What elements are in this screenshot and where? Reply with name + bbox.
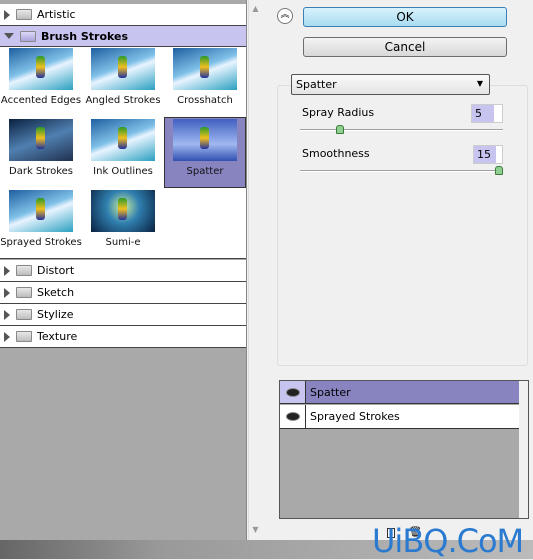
filter-label: Spatter xyxy=(186,166,224,177)
cancel-button[interactable]: Cancel xyxy=(303,37,507,57)
category-label: Texture xyxy=(37,330,78,343)
filter-dark-strokes[interactable]: Dark Strokes xyxy=(0,118,82,189)
folder-icon xyxy=(16,309,32,320)
ok-button[interactable]: OK xyxy=(303,7,507,27)
folder-icon xyxy=(16,265,32,276)
filter-label: Sumi-e xyxy=(105,237,141,248)
filter-spatter[interactable]: Spatter xyxy=(164,117,246,188)
expand-triangle-icon[interactable] xyxy=(4,309,10,320)
filter-label: Dark Strokes xyxy=(9,166,73,177)
filter-sprayed-strokes[interactable]: Sprayed Strokes xyxy=(0,189,82,260)
smoothness-slider-thumb[interactable] xyxy=(495,166,503,175)
category-texture[interactable]: Texture xyxy=(0,326,246,348)
thumbnail-image xyxy=(91,48,155,90)
category-brush-strokes[interactable]: Brush Strokes xyxy=(0,26,246,47)
visibility-toggle[interactable] xyxy=(280,381,306,403)
category-label: Stylize xyxy=(37,308,74,321)
effect-layers-list: Spatter Sprayed Strokes xyxy=(279,380,529,519)
filter-crosshatch[interactable]: Crosshatch xyxy=(164,47,246,118)
folder-open-icon xyxy=(20,30,36,42)
collapse-gallery-icon[interactable]: ︽ xyxy=(277,8,293,24)
collapse-triangle-icon[interactable] xyxy=(4,33,14,39)
category-label: Sketch xyxy=(37,286,75,299)
thumbnail-image xyxy=(9,190,73,232)
thumbnail-image xyxy=(9,48,73,90)
category-label: Brush Strokes xyxy=(41,29,129,43)
filter-select[interactable]: Spatter ▼ xyxy=(291,74,490,95)
filter-browser-scrollbar[interactable]: ▲ ▼ xyxy=(248,0,262,540)
filter-ink-outlines[interactable]: Ink Outlines xyxy=(82,118,164,189)
filter-browser: Artistic Brush Strokes Accented Edges An… xyxy=(0,0,247,540)
layer-label: Spatter xyxy=(310,385,351,399)
filter-label: Accented Edges xyxy=(0,95,82,106)
filter-label: Angled Strokes xyxy=(85,95,161,106)
dropdown-arrow-icon: ▼ xyxy=(476,79,483,88)
expand-triangle-icon[interactable] xyxy=(4,287,10,298)
layer-row-sprayed-strokes[interactable]: Sprayed Strokes xyxy=(280,405,520,429)
smoothness-label: Smoothness xyxy=(302,147,370,160)
category-stylize[interactable]: Stylize xyxy=(0,304,246,326)
settings-group xyxy=(277,85,528,366)
spray-radius-slider-thumb[interactable] xyxy=(335,125,344,134)
scroll-up-icon[interactable]: ▲ xyxy=(249,4,262,13)
filter-label: Sprayed Strokes xyxy=(0,237,82,248)
category-distort[interactable]: Distort xyxy=(0,260,246,282)
spray-radius-slider[interactable] xyxy=(300,129,503,131)
category-label: Distort xyxy=(37,264,75,277)
visibility-toggle[interactable] xyxy=(280,405,306,428)
filter-angled-strokes[interactable]: Angled Strokes xyxy=(82,47,164,118)
thumbnail-image xyxy=(91,119,155,161)
folder-icon xyxy=(16,9,32,20)
thumbnail-image xyxy=(9,119,73,161)
smoothness-slider[interactable] xyxy=(300,170,503,172)
smoothness-value: 15 xyxy=(474,146,496,163)
thumbnail-image xyxy=(173,48,237,90)
filter-sumi-e[interactable]: Sumi-e xyxy=(82,189,164,260)
layers-scrollbar[interactable] xyxy=(519,381,528,518)
eye-icon xyxy=(286,388,299,396)
thumbnail-image xyxy=(91,190,155,232)
expand-triangle-icon[interactable] xyxy=(4,331,10,342)
smoothness-input[interactable]: 15 xyxy=(473,145,503,164)
scroll-down-icon[interactable]: ▼ xyxy=(249,525,262,534)
category-label: Artistic xyxy=(37,8,76,21)
layer-label: Sprayed Strokes xyxy=(310,410,400,423)
spray-radius-value: 5 xyxy=(472,105,494,122)
folder-icon xyxy=(16,287,32,298)
filter-label: Crosshatch xyxy=(177,95,233,106)
category-artistic[interactable]: Artistic xyxy=(0,4,246,26)
filter-label: Ink Outlines xyxy=(93,166,153,177)
filter-select-value: Spatter xyxy=(296,78,337,91)
eye-icon xyxy=(286,413,299,420)
thumbnail-image xyxy=(173,119,237,161)
spray-radius-label: Spray Radius xyxy=(302,106,375,119)
expand-triangle-icon[interactable] xyxy=(4,265,10,276)
category-sketch[interactable]: Sketch xyxy=(0,282,246,304)
folder-icon xyxy=(16,331,32,342)
layer-row-spatter[interactable]: Spatter xyxy=(280,381,520,404)
watermark: UiBQ.CoM xyxy=(372,522,524,560)
expand-triangle-icon[interactable] xyxy=(4,9,10,20)
spray-radius-input[interactable]: 5 xyxy=(471,104,503,123)
filter-accented-edges[interactable]: Accented Edges xyxy=(0,47,82,118)
filter-thumbnails: Accented Edges Angled Strokes Crosshatch… xyxy=(0,47,246,259)
